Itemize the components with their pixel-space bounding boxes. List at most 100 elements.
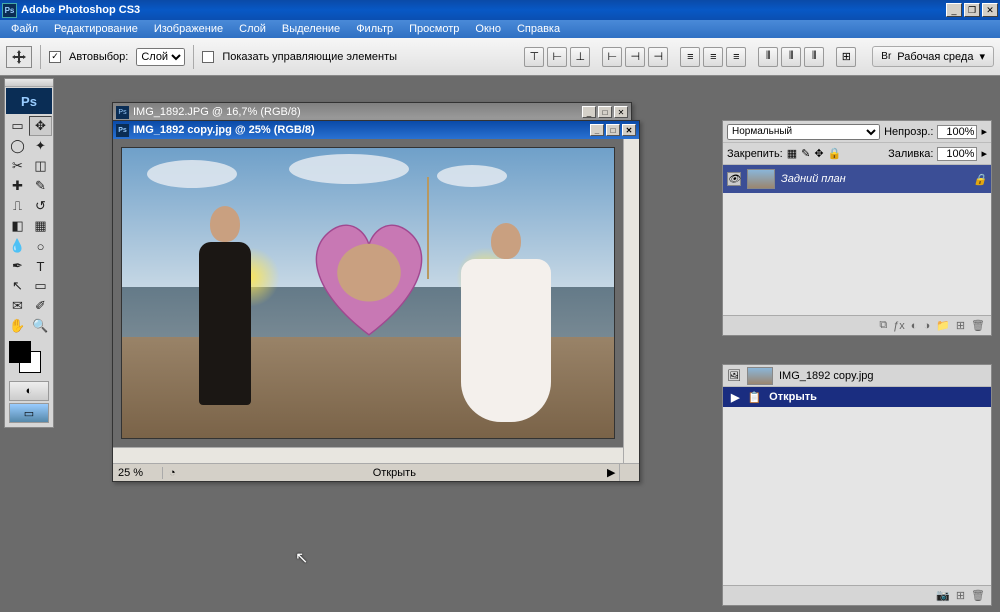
distribute-left-button[interactable]: ⦀	[758, 47, 778, 67]
minimize-button[interactable]: _	[946, 3, 962, 17]
doc-front-close[interactable]: ✕	[622, 124, 636, 136]
document-window-front[interactable]: Ps IMG_1892 copy.jpg @ 25% (RGB/8) _ □ ✕	[112, 120, 640, 482]
heart-shape	[294, 212, 444, 342]
menu-file[interactable]: Файл	[4, 21, 45, 37]
info-icon[interactable]: ◔	[163, 467, 182, 479]
distribute-bottom-button[interactable]: ≡	[726, 47, 746, 67]
menu-image[interactable]: Изображение	[147, 21, 230, 37]
link-icon[interactable]: ⧉	[879, 319, 887, 332]
show-controls-label: Показать управляющие элементы	[222, 51, 397, 63]
new-doc-icon[interactable]: ⊞	[956, 589, 965, 602]
foreground-color[interactable]	[9, 341, 31, 363]
layer-background[interactable]: 👁 Задний план 🔒	[723, 165, 991, 193]
menu-view[interactable]: Просмотр	[402, 21, 466, 37]
stamp-tool[interactable]: ⎍	[6, 196, 29, 216]
lock-move-icon[interactable]: ✥	[814, 147, 823, 160]
opacity-arrow-icon[interactable]: ▸	[981, 125, 987, 138]
path-tool[interactable]: ↖	[6, 276, 29, 296]
show-controls-checkbox[interactable]	[202, 51, 214, 63]
lasso-tool[interactable]: ◯	[6, 136, 29, 156]
distribute-top-button[interactable]: ≡	[680, 47, 700, 67]
quickmask-button[interactable]: ◐	[9, 381, 49, 401]
align-top-button[interactable]: ⊤	[524, 47, 544, 67]
distribute-vcenter-button[interactable]: ≡	[703, 47, 723, 67]
brush-tool[interactable]: ✎	[29, 176, 52, 196]
align-vcenter-button[interactable]: ⊢	[547, 47, 567, 67]
scrollbar-vertical[interactable]	[623, 139, 639, 463]
layer-list[interactable]: 👁 Задний план 🔒	[723, 165, 991, 315]
auto-select-checkbox[interactable]: ✓	[49, 51, 61, 63]
distribute-hcenter-button[interactable]: ⦀	[781, 47, 801, 67]
cursor-icon: ↖	[295, 548, 308, 568]
pen-tool[interactable]: ✒	[6, 256, 29, 276]
canvas[interactable]	[113, 139, 623, 447]
toolbox-grip[interactable]	[5, 79, 53, 87]
status-arrow-icon[interactable]: ▶	[607, 466, 619, 479]
menu-layer[interactable]: Слой	[232, 21, 273, 37]
doc-back-max[interactable]: □	[598, 106, 612, 118]
screenmode-button[interactable]: ▭	[9, 403, 49, 423]
restore-button[interactable]: ❐	[964, 3, 980, 17]
eraser-tool[interactable]: ◧	[6, 216, 29, 236]
opacity-field[interactable]: 100%	[937, 125, 977, 139]
history-brush-tool[interactable]: ↺	[29, 196, 52, 216]
marquee-tool[interactable]: ▭	[6, 116, 29, 136]
gradient-tool[interactable]: ▦	[29, 216, 52, 236]
lock-all-icon[interactable]: 🔒	[828, 147, 842, 160]
fx-icon[interactable]: ƒx	[893, 320, 905, 332]
folder-icon[interactable]: 📁	[936, 319, 950, 332]
shape-tool[interactable]: ▭	[29, 276, 52, 296]
menu-filter[interactable]: Фильтр	[349, 21, 400, 37]
close-button[interactable]: ✕	[982, 3, 998, 17]
trash-icon[interactable]: 🗑	[971, 319, 985, 332]
type-tool[interactable]: T	[29, 256, 52, 276]
dodge-tool[interactable]: ○	[29, 236, 52, 256]
workspace-button[interactable]: Br Рабочая среда ▾	[872, 46, 994, 67]
auto-align-button[interactable]: ⊞	[836, 47, 856, 67]
lock-label: Закрепить:	[727, 148, 783, 160]
align-left-button[interactable]: ⊢	[602, 47, 622, 67]
menu-edit[interactable]: Редактирование	[47, 21, 145, 37]
menu-window[interactable]: Окно	[468, 21, 508, 37]
hand-tool[interactable]: ✋	[6, 316, 29, 336]
move-tool-icon[interactable]	[6, 46, 32, 68]
zoom-field[interactable]: 25 %	[113, 467, 163, 479]
notes-tool[interactable]: ✉	[6, 296, 29, 316]
distribute-right-button[interactable]: ⦀	[804, 47, 824, 67]
statusbar: 25 % ◔ Открыть ▶	[113, 463, 639, 481]
history-icon[interactable]: 🖼	[727, 369, 741, 382]
color-swatches[interactable]	[5, 337, 53, 377]
align-bottom-button[interactable]: ⊥	[570, 47, 590, 67]
blur-tool[interactable]: 💧	[6, 236, 29, 256]
menu-select[interactable]: Выделение	[275, 21, 347, 37]
blend-mode-select[interactable]: Нормальный	[727, 124, 880, 140]
zoom-tool[interactable]: 🔍	[29, 316, 52, 336]
doc-front-max[interactable]: □	[606, 124, 620, 136]
scrollbar-horizontal[interactable]	[113, 447, 623, 463]
mask-icon[interactable]: ◐	[911, 320, 918, 332]
align-hcenter-button[interactable]: ⊣	[625, 47, 645, 67]
fill-field[interactable]: 100%	[937, 147, 977, 161]
align-right-button[interactable]: ⊣	[648, 47, 668, 67]
trash-icon[interactable]: 🗑	[971, 589, 985, 602]
adjust-icon[interactable]: ◑	[923, 320, 930, 332]
menu-help[interactable]: Справка	[510, 21, 567, 37]
fill-arrow-icon[interactable]: ▸	[981, 147, 987, 160]
lock-brush-icon[interactable]: ✎	[801, 147, 810, 160]
layer-name: Задний план	[781, 173, 846, 185]
crop-tool[interactable]: ✂	[6, 156, 29, 176]
new-snapshot-icon[interactable]: 📷	[936, 589, 950, 602]
move-tool[interactable]: ✥	[29, 116, 52, 136]
lock-pixels-icon[interactable]: ▦	[787, 147, 797, 160]
slice-tool[interactable]: ◫	[29, 156, 52, 176]
doc-front-min[interactable]: _	[590, 124, 604, 136]
eyedropper-tool[interactable]: ✐	[29, 296, 52, 316]
visibility-icon[interactable]: 👁	[727, 172, 741, 186]
doc-back-close[interactable]: ✕	[614, 106, 628, 118]
auto-select-dropdown[interactable]: Слой	[136, 48, 185, 66]
doc-back-min[interactable]: _	[582, 106, 596, 118]
history-step-open[interactable]: ▶ 📋 Открыть	[723, 387, 991, 407]
wand-tool[interactable]: ✦	[29, 136, 52, 156]
new-layer-icon[interactable]: ⊞	[956, 319, 965, 332]
heal-tool[interactable]: ✚	[6, 176, 29, 196]
